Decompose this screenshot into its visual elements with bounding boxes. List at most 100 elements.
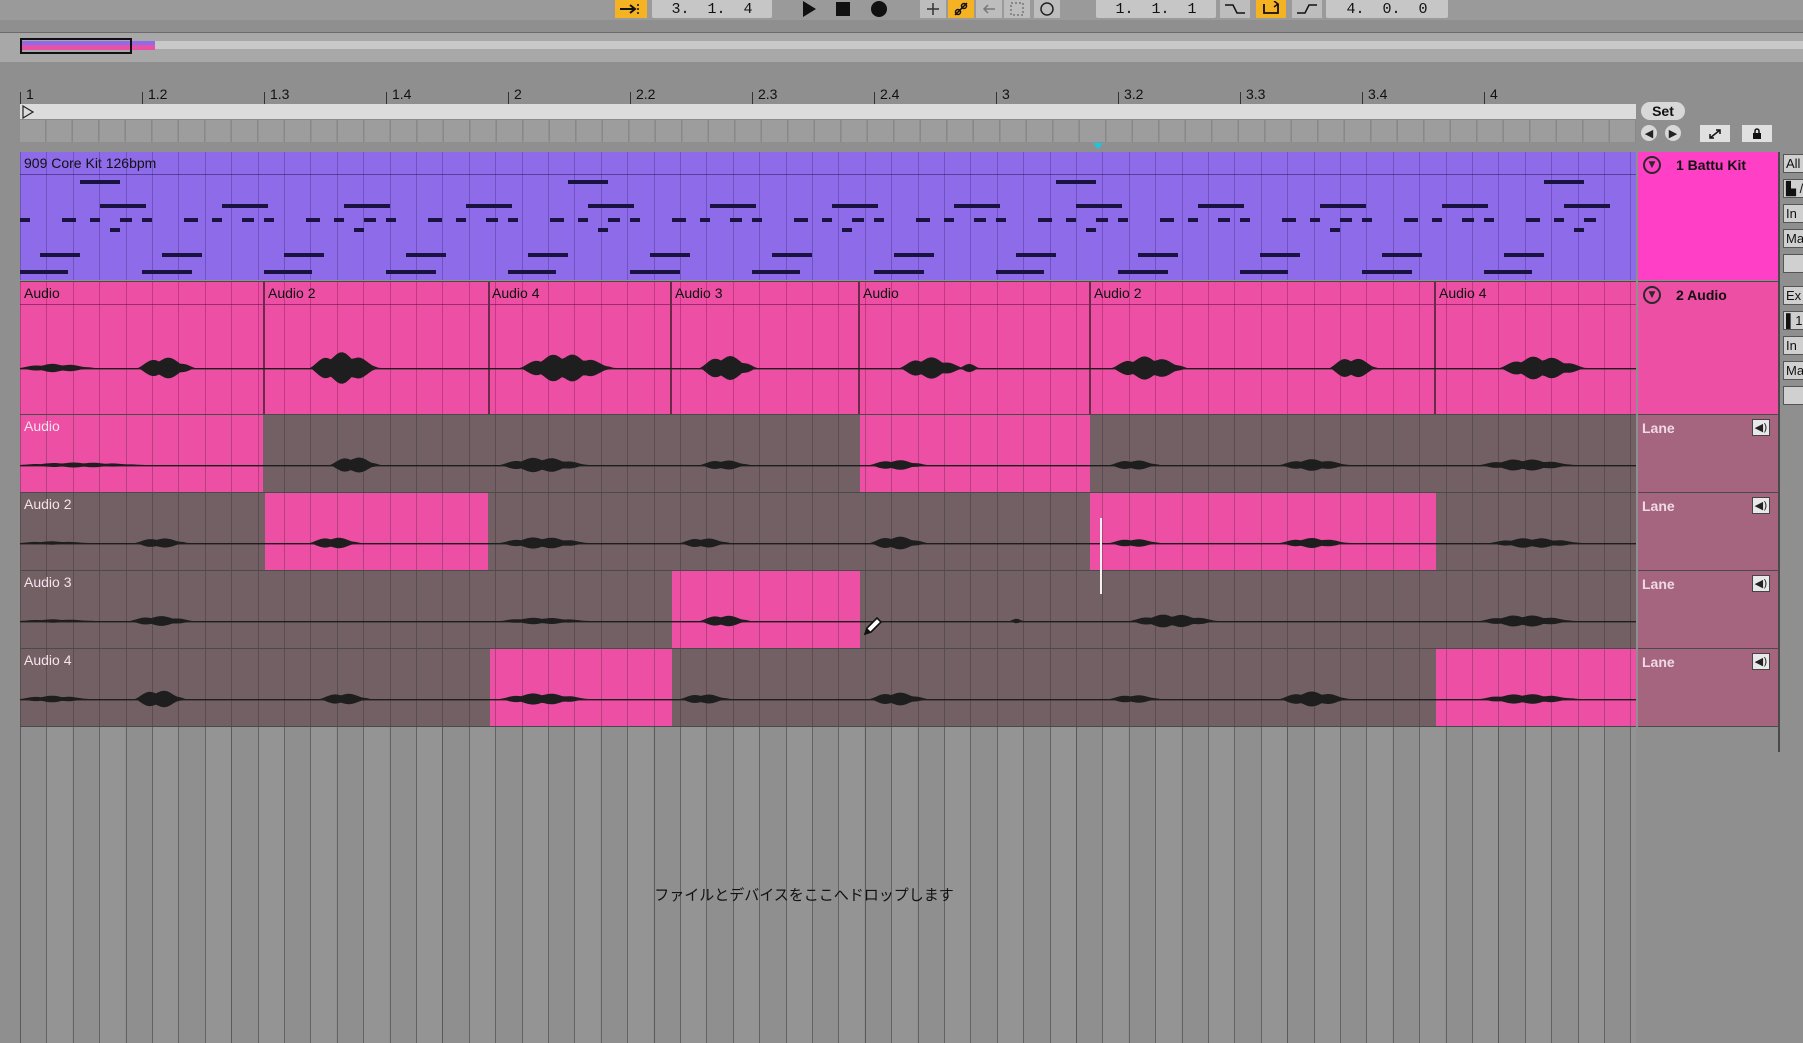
fold-icon: ▼ [1648, 290, 1656, 300]
fold-all-button[interactable] [1700, 125, 1730, 142]
ruler-tick [996, 92, 997, 104]
lane-label: Lane [1642, 498, 1675, 514]
audio-main-clips[interactable]: Audio Audio 2 Audio 4 Audio 3 Audio Audi… [20, 282, 1636, 414]
loop-button[interactable] [1034, 0, 1060, 18]
lane-header-4[interactable]: Lane ◀) [1638, 649, 1778, 726]
io-field[interactable]: All [1783, 154, 1803, 173]
speaker-icon: ◀) [1754, 421, 1768, 434]
lane-audition-button[interactable]: ◀) [1752, 497, 1770, 514]
ruler-tick [1362, 92, 1363, 104]
speaker-icon: ◀) [1754, 577, 1768, 590]
arrangement-tracks[interactable]: 909 Core Kit 126bpm Audio Audio 2 Audio … [20, 152, 1636, 1043]
automation-arm-button[interactable] [948, 0, 974, 18]
ruler-label: 2.2 [636, 86, 656, 102]
lane-name: Audio 3 [24, 574, 72, 590]
loop-brace-bar[interactable] [20, 104, 1636, 120]
track-header-audio[interactable]: ▼ 2 Audio [1638, 282, 1778, 414]
capture-button[interactable] [1004, 0, 1030, 18]
io-field[interactable]: In [1783, 336, 1803, 355]
play-button[interactable] [796, 0, 822, 18]
io-field[interactable]: In [1783, 204, 1803, 223]
punch-out-button[interactable] [1292, 0, 1322, 18]
ruler-tick [1484, 92, 1485, 104]
track-name[interactable]: 1 Battu Kit [1676, 157, 1746, 173]
loop-start-display[interactable]: 1. 1. 1 [1096, 0, 1216, 18]
fold-button[interactable]: ▼ [1643, 286, 1661, 304]
add-button[interactable] [920, 0, 946, 18]
track-headers: ▼ 1 Battu Kit ▼ 2 Audio Lane ◀) Lane ◀) … [1638, 152, 1778, 1043]
io-field[interactable]: Ex [1783, 286, 1803, 305]
ruler-tick [1118, 92, 1119, 104]
set-locator-next-icon: ▶ [1668, 126, 1678, 140]
add-icon [927, 3, 939, 15]
lock-button[interactable] [1742, 125, 1772, 142]
track-name[interactable]: 2 Audio [1676, 287, 1727, 303]
ruler-label: 2.4 [880, 86, 900, 102]
header-separator [1638, 726, 1778, 727]
ruler-label: 3 [1002, 86, 1010, 102]
audio-clip-name: Audio [863, 285, 899, 301]
beat-time-ruler[interactable]: 1 1.2 1.3 1.4 2 2.2 2.3 2.4 3 3.2 3.3 3.… [0, 82, 1640, 104]
punch-in-button[interactable] [1220, 0, 1250, 18]
midi-clip[interactable]: 909 Core Kit 126bpm [20, 152, 1636, 280]
follow-icon [620, 4, 639, 14]
song-position-display[interactable]: 3. 1. 4 [652, 0, 772, 18]
punch-out-icon [1297, 4, 1317, 14]
io-field[interactable] [1783, 386, 1803, 405]
take-lane-audio-2[interactable]: Audio 2 [20, 493, 1636, 570]
io-field[interactable]: ▙ / [1783, 179, 1803, 198]
io-strip: All ▙ / In Ma Ex ▌1 In Ma [1778, 152, 1803, 752]
ruler-tick [264, 92, 265, 104]
track-header-battu-kit[interactable]: ▼ 1 Battu Kit [1638, 152, 1778, 280]
scrub-area[interactable] [20, 120, 1636, 142]
transport-bar: 3. 1. 4 1. 1. 1 4. 0. 0 [0, 0, 1803, 20]
lane-name: Audio 4 [24, 652, 72, 668]
lane-audition-button[interactable]: ◀) [1752, 575, 1770, 592]
lane-name: Audio [24, 418, 60, 434]
overview-view-window[interactable] [20, 38, 132, 54]
prev-locator-button[interactable]: ◀ [1641, 125, 1657, 141]
fold-button[interactable]: ▼ [1643, 156, 1661, 174]
lane-header-1[interactable]: Lane ◀) [1638, 415, 1778, 492]
punch-in-icon [1225, 4, 1245, 14]
midi-track-lane[interactable]: 909 Core Kit 126bpm [20, 152, 1636, 280]
next-locator-button[interactable]: ▶ [1665, 125, 1681, 141]
lane-audition-button[interactable]: ◀) [1752, 419, 1770, 436]
loop-length-display[interactable]: 4. 0. 0 [1326, 0, 1448, 18]
audio-clip-name: Audio 2 [1094, 285, 1142, 301]
take-lane-audio[interactable]: Audio [20, 415, 1636, 492]
arrangement-overview[interactable] [0, 32, 1803, 62]
take-lane-audio-3[interactable]: Audio 3 [20, 571, 1636, 648]
io-field[interactable]: ▌1 [1783, 311, 1803, 330]
ruler-tick [386, 92, 387, 104]
set-locator-button[interactable]: Set [1641, 102, 1685, 120]
audio-track-lane[interactable]: Audio Audio 2 Audio 4 Audio 3 Audio Audi… [20, 282, 1636, 414]
record-button[interactable] [866, 0, 892, 18]
ruler-label: 2.3 [758, 86, 778, 102]
lane-header-3[interactable]: Lane ◀) [1638, 571, 1778, 648]
automation-arm-icon [954, 2, 968, 16]
drop-zone[interactable]: ファイルとデバイスをここへドロップします [20, 727, 1636, 1043]
ruler-label: 2 [514, 86, 522, 102]
capture-icon [1010, 2, 1024, 16]
ruler-tick [508, 92, 509, 104]
loop-switch-button[interactable] [1256, 0, 1286, 18]
io-field[interactable]: Ma [1783, 229, 1803, 248]
ruler-label: 1.4 [392, 86, 412, 102]
speaker-icon: ◀) [1754, 499, 1768, 512]
io-field[interactable]: Ma [1783, 361, 1803, 380]
lane-waveform [20, 649, 1636, 726]
locator-marker-icon[interactable] [1093, 143, 1103, 149]
lane-header-2[interactable]: Lane ◀) [1638, 493, 1778, 570]
ruler-label: 1 [26, 86, 34, 102]
ruler-tick [142, 92, 143, 104]
io-field[interactable] [1783, 254, 1803, 273]
take-lane-audio-4[interactable]: Audio 4 [20, 649, 1636, 726]
insert-marker [1100, 518, 1102, 594]
speaker-icon: ◀) [1754, 655, 1768, 668]
follow-button[interactable] [615, 0, 647, 18]
lane-audition-button[interactable]: ◀) [1752, 653, 1770, 670]
audio-clip-name: Audio 4 [492, 285, 540, 301]
back-to-arrangement-button[interactable] [976, 0, 1002, 18]
stop-button[interactable] [830, 0, 856, 18]
